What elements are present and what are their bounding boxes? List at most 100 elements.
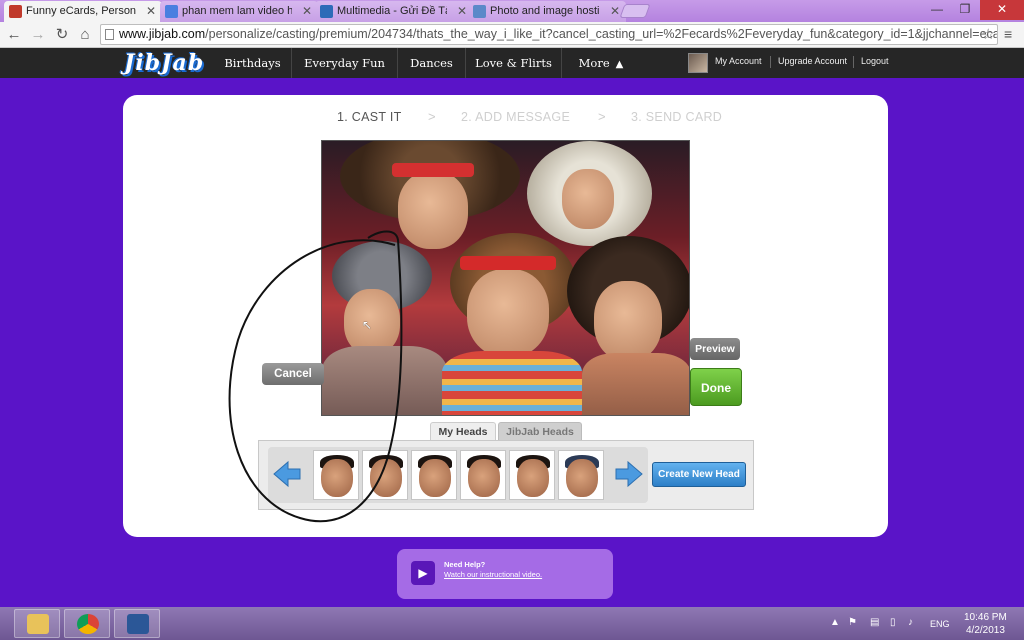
tab-title: Multimedia - Gửi Đề Tài M	[337, 5, 447, 17]
help-title: Need Help?	[444, 560, 486, 569]
upgrade-account-link[interactable]: Upgrade Account	[778, 56, 847, 66]
chrome-icon	[77, 614, 99, 634]
tab-phan-mem[interactable]: phan mem lam video hay ✕	[160, 1, 318, 22]
reload-icon[interactable]: ↻	[52, 25, 72, 45]
triangle-up-icon: ▲	[615, 59, 624, 70]
jibjab-favicon-icon	[9, 5, 22, 18]
face-thumbnail	[468, 459, 500, 497]
volume-icon[interactable]: ♪	[908, 617, 913, 628]
mouse-cursor-icon: ↖	[362, 318, 373, 332]
head-thumbnail[interactable]	[313, 450, 359, 500]
folder-icon	[27, 614, 49, 634]
striped-shirt	[442, 351, 582, 415]
forum-favicon-icon	[320, 5, 333, 18]
close-icon[interactable]: ✕	[457, 4, 467, 18]
home-icon[interactable]: ⌂	[75, 25, 95, 45]
browser-tab-strip: Funny eCards, Personalize ✕ phan mem lam…	[0, 0, 1024, 22]
nav-love-flirts[interactable]: Love & Flirts	[466, 48, 562, 78]
divider	[770, 56, 771, 68]
browser-toolbar: ← → ↻ ⌂ www.jibjab.com/personalize/casti…	[0, 22, 1024, 48]
instructional-video-link[interactable]: Watch our instructional video.	[444, 570, 542, 579]
step-separator: >	[598, 109, 606, 124]
arrow-left-icon[interactable]	[272, 459, 302, 489]
head-thumbnail[interactable]	[558, 450, 604, 500]
head-thumbnail[interactable]	[411, 450, 457, 500]
nav-dances[interactable]: Dances	[398, 48, 466, 78]
nav-more[interactable]: More ▲	[562, 48, 640, 78]
head-thumbnail[interactable]	[460, 450, 506, 500]
done-button[interactable]: Done	[690, 368, 742, 406]
taskbar-word[interactable]	[114, 609, 160, 638]
tab-title: Funny eCards, Personalize	[26, 5, 136, 17]
headband	[392, 163, 474, 177]
battery-icon[interactable]: ▯	[890, 617, 896, 628]
tab-funny-ecards[interactable]: Funny eCards, Personalize ✕	[4, 1, 162, 22]
headband	[460, 256, 556, 270]
tab-title: phan mem lam video hay	[182, 5, 292, 17]
close-icon[interactable]: ✕	[610, 4, 620, 18]
photobucket-favicon-icon	[473, 5, 486, 18]
show-hidden-icons-icon[interactable]: ▲	[830, 617, 840, 628]
address-bar[interactable]: www.jibjab.com/personalize/casting/premi…	[100, 24, 998, 45]
close-icon[interactable]: ✕	[146, 4, 156, 18]
tab-my-heads[interactable]: My Heads	[430, 422, 496, 441]
my-account-link[interactable]: My Account	[715, 56, 762, 66]
tab-multimedia[interactable]: Multimedia - Gửi Đề Tài M ✕	[315, 1, 473, 22]
url-host: www.jibjab.com	[119, 27, 206, 41]
language-indicator[interactable]: ENG	[930, 619, 950, 629]
avatar[interactable]	[688, 53, 708, 73]
url-path: /personalize/casting/premium/204734/that…	[205, 27, 998, 41]
new-tab-button[interactable]	[619, 4, 651, 18]
face-thumbnail	[566, 459, 598, 497]
step-add-message: 2. ADD MESSAGE	[461, 110, 571, 124]
ecard-scene-preview[interactable]	[321, 140, 690, 416]
face-thumbnail	[517, 459, 549, 497]
jibjab-logo[interactable]: JibJab	[124, 50, 204, 76]
site-header: JibJab Birthdays Everyday Fun Dances Lov…	[0, 48, 1024, 78]
tab-title: Photo and image hosting	[490, 5, 600, 17]
arrow-right-icon[interactable]	[614, 459, 644, 489]
taskbar-file-explorer[interactable]	[14, 609, 60, 638]
nav-everyday-fun[interactable]: Everyday Fun	[292, 48, 398, 78]
minimize-icon[interactable]: —	[924, 0, 950, 20]
forward-arrow-icon[interactable]: →	[28, 25, 48, 45]
flag-icon[interactable]: ⚑	[848, 617, 857, 628]
taskbar-chrome[interactable]	[64, 609, 110, 638]
create-new-head-button[interactable]: Create New Head	[652, 462, 746, 487]
clock-date[interactable]: 4/2/2013	[966, 625, 1005, 636]
network-icon[interactable]: ▤	[870, 617, 879, 628]
head-thumbnail[interactable]	[509, 450, 555, 500]
tab-jibjab-heads[interactable]: JibJab Heads	[498, 422, 582, 441]
head-thumbnail[interactable]	[362, 450, 408, 500]
face	[398, 171, 468, 249]
face	[594, 281, 662, 361]
close-icon[interactable]: ✕	[302, 4, 312, 18]
chrome-menu-icon[interactable]: ≡	[1004, 26, 1020, 42]
face-thumbnail	[370, 459, 402, 497]
face	[562, 169, 614, 229]
back-arrow-icon[interactable]: ←	[4, 25, 24, 45]
page-icon	[105, 29, 114, 40]
restore-icon[interactable]: ❐	[952, 0, 978, 20]
nav-more-label: More	[578, 56, 610, 70]
video-camera-icon: ▶	[411, 561, 435, 585]
google-favicon-icon	[165, 5, 178, 18]
tab-photo-hosting[interactable]: Photo and image hosting ✕	[468, 1, 626, 22]
step-separator: >	[428, 109, 436, 124]
face-thumbnail	[419, 459, 451, 497]
bookmark-star-icon[interactable]: ☆	[982, 25, 995, 44]
cancel-button[interactable]: Cancel	[262, 363, 324, 385]
step-send-card: 3. SEND CARD	[631, 110, 723, 124]
face	[467, 269, 549, 357]
divider	[853, 56, 854, 68]
step-cast-it: 1. CAST IT	[337, 110, 402, 124]
logout-link[interactable]: Logout	[861, 56, 889, 66]
patterned-shirt	[582, 353, 689, 415]
word-icon	[127, 614, 149, 634]
window-close-icon[interactable]: ✕	[980, 0, 1024, 20]
clock-time[interactable]: 10:46 PM	[964, 612, 1007, 623]
preview-button[interactable]: Preview	[690, 338, 740, 360]
nav-birthdays[interactable]: Birthdays	[214, 48, 292, 78]
sequin-jacket	[322, 346, 447, 415]
face-thumbnail	[321, 459, 353, 497]
